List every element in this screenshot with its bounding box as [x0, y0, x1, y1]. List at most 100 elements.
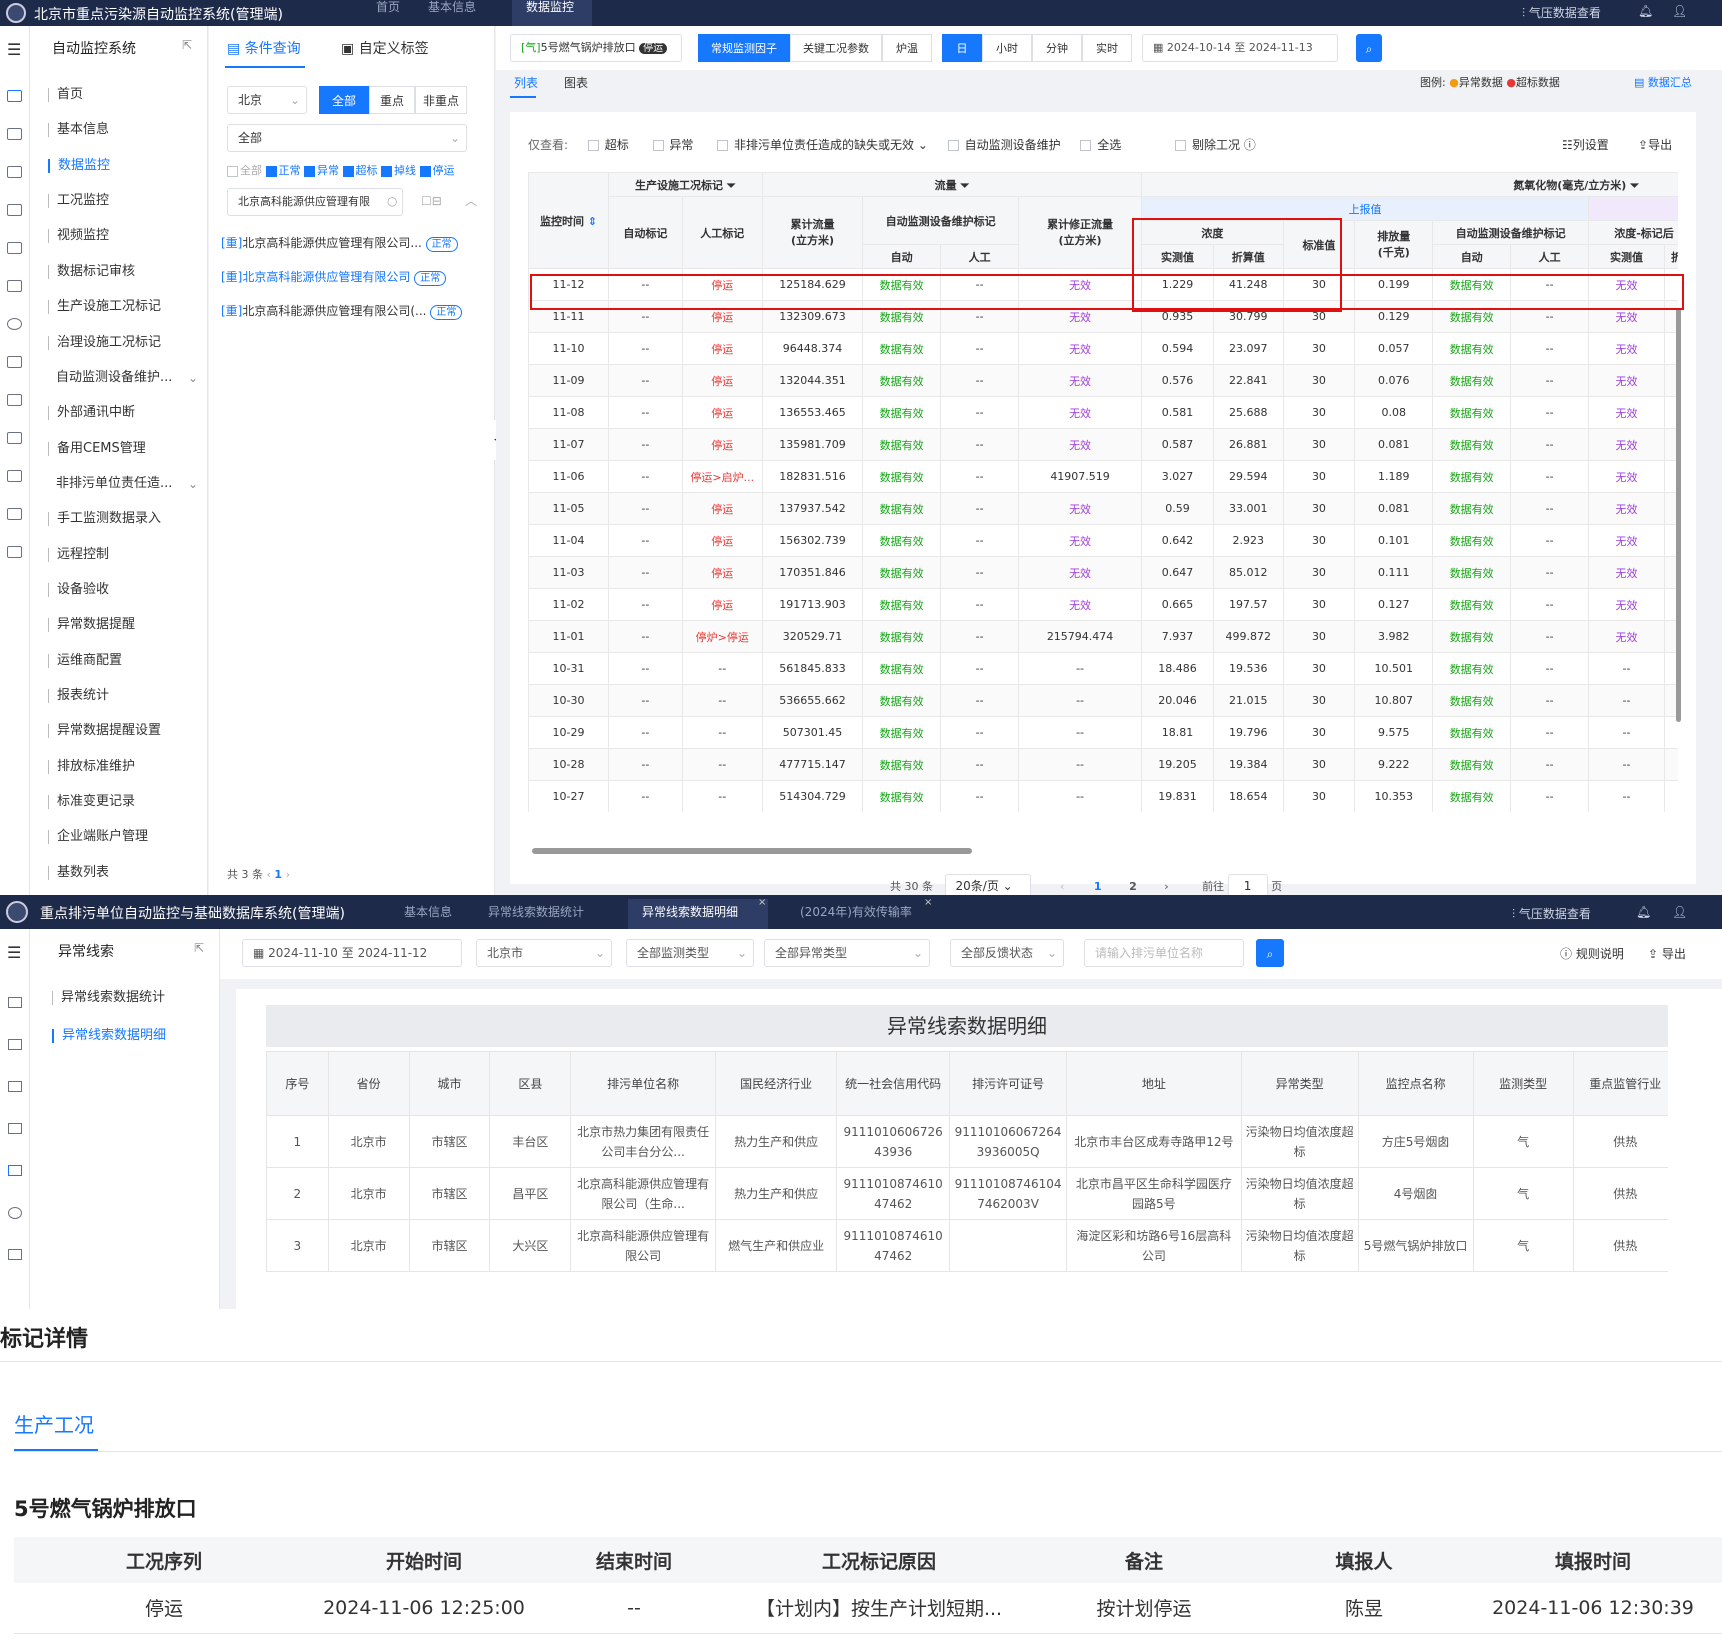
- factor-tab-furnace[interactable]: 炉温: [882, 34, 932, 62]
- sidebar-item-home[interactable]: 首页: [48, 88, 83, 102]
- opt-non-liability[interactable]: 非排污单位责任造成的缺失或无效 ⌄: [717, 138, 928, 152]
- check-stopped[interactable]: 停运: [419, 164, 455, 177]
- table-row[interactable]: 11-04 -- 停运 156302.739 数据有效 -- 无效 0.642 2.923 30 0…: [528, 524, 1678, 557]
- screen-icon[interactable]: [7, 394, 22, 406]
- view-tab-list[interactable]: 列表: [514, 74, 538, 91]
- bell-icon[interactable]: 🔔︎: [1636, 905, 1651, 919]
- page-size-select[interactable]: 20条/页 ⌄: [944, 874, 1031, 895]
- check-exceed[interactable]: 超标: [342, 164, 378, 177]
- box-icon[interactable]: [7, 546, 22, 558]
- rules-link[interactable]: ⓘ 规则说明: [1560, 945, 1624, 962]
- collapse-icon[interactable]: ⇱: [194, 941, 204, 955]
- sidebar-item-video[interactable]: 视频监控: [48, 229, 109, 243]
- bell-icon[interactable]: 🔔︎: [1638, 4, 1653, 18]
- anomaly-icon[interactable]: [8, 1165, 22, 1176]
- sidebar-item-reports[interactable]: 报表统计: [48, 689, 109, 703]
- sidebar-item-data-monitor[interactable]: 数据监控: [48, 159, 110, 173]
- date-range-input[interactable]: ▦ 2024-10-14 至 2024-11-13: [1142, 34, 1338, 62]
- sidebar-item-remote[interactable]: 远程控制: [48, 548, 109, 562]
- filter-icon[interactable]: ⏷: [727, 179, 736, 192]
- sidebar-item-non-liability[interactable]: 非排污单位责任造...: [48, 477, 172, 491]
- period-realtime-button[interactable]: 实时: [1082, 34, 1132, 62]
- table-row[interactable]: 10-27 -- -- 514304.729 数据有效 -- -- 19.831 18.654 3…: [528, 780, 1678, 812]
- sidebar-item-cems[interactable]: 备用CEMS管理: [48, 442, 146, 456]
- table-row[interactable]: 停运 2024-11-06 12:25:00 -- 【计划内】按生产计划短期... 按计…: [14, 1583, 1722, 1634]
- company-item[interactable]: [重]北京高科能源供应管理有限公司... 正常: [221, 234, 458, 252]
- check-offline[interactable]: 掉线: [381, 164, 416, 177]
- filter-icon[interactable]: ⏷: [1630, 179, 1639, 192]
- menu-icon[interactable]: ☰: [7, 943, 21, 962]
- sidebar-item-base-list[interactable]: 基数列表: [48, 866, 109, 880]
- export-button[interactable]: ⇪ 导出: [1648, 945, 1686, 962]
- opt-exclude-status[interactable]: 剔除工况 ⓘ: [1175, 138, 1256, 152]
- period-day-button[interactable]: 日: [942, 34, 982, 62]
- chart-icon[interactable]: [7, 242, 22, 254]
- anomaly-type-select[interactable]: 全部异常类型 ⌄: [764, 939, 930, 967]
- column-settings-button[interactable]: ☷列设置: [1562, 136, 1609, 153]
- pressure-data-link[interactable]: ⫶ 气压数据查看: [1522, 4, 1601, 21]
- close-icon[interactable]: ×: [924, 897, 932, 908]
- sidebar-item-basic-info[interactable]: 基本信息: [48, 123, 109, 137]
- opt-abnormal[interactable]: 异常: [652, 138, 693, 152]
- filter-nonkey-button[interactable]: 非重点: [415, 86, 467, 114]
- doc-icon[interactable]: [8, 1081, 22, 1092]
- table-row[interactable]: 11-05 -- 停运 137937.542 数据有效 -- 无效 0.59 33.001 30 0…: [528, 492, 1678, 525]
- tree-toggle-icon[interactable]: ☐⊟: [421, 194, 442, 208]
- table-row[interactable]: 10-30 -- -- 536655.662 数据有效 -- -- 20.046 21.015 3…: [528, 684, 1678, 717]
- table-row[interactable]: 11-07 -- 停运 135981.709 数据有效 -- 无效 0.587 26.881 30…: [528, 428, 1678, 461]
- filter-icon[interactable]: ⏷: [960, 179, 969, 192]
- sidebar-item-prod-mark[interactable]: 生产设施工况标记: [48, 300, 161, 314]
- sidebar-item-anomaly-detail[interactable]: 异常线索数据明细: [52, 1029, 166, 1043]
- sidebar-item-maintenance[interactable]: 自动监测设备维护...: [48, 371, 172, 385]
- monitor-icon[interactable]: [7, 128, 22, 140]
- check-all[interactable]: 全部: [227, 164, 262, 177]
- vertical-scrollbar[interactable]: [1676, 308, 1681, 722]
- search-icon[interactable]: ○: [387, 194, 397, 208]
- settings-icon[interactable]: [7, 318, 22, 330]
- period-minute-button[interactable]: 分钟: [1032, 34, 1082, 62]
- tab-data-monitor[interactable]: 数据监控: [512, 0, 592, 26]
- sidebar-item-treat-mark[interactable]: 治理设施工况标记: [48, 336, 161, 350]
- search-button[interactable]: ⌕: [1356, 34, 1382, 62]
- monitor-type-select[interactable]: 全部监测类型 ⌄: [626, 939, 754, 967]
- factor-tab-regular[interactable]: 常规监测因子: [698, 34, 790, 62]
- date-range-input[interactable]: ▦ 2024-11-10 至 2024-11-12: [242, 939, 462, 967]
- filter-key-button[interactable]: 重点: [369, 86, 415, 114]
- table-row[interactable]: 11-08 -- 停运 136553.465 数据有效 -- 无效 0.581 25.688 30…: [528, 396, 1678, 429]
- export-button[interactable]: ⇪导出: [1638, 136, 1672, 153]
- table-row[interactable]: 1 北京市 市辖区 丰台区 北京市热力集团有限责任公司丰台分公... 热力生产和供应 911…: [266, 1115, 1668, 1168]
- sidebar-item-anomaly-alert[interactable]: 异常数据提醒: [48, 618, 135, 632]
- sort-icon[interactable]: ⇕: [588, 215, 597, 228]
- table-row[interactable]: 3 北京市 市辖区 大兴区 北京高科能源供应管理有限公司 燃气生产和供应业 91110108…: [266, 1219, 1668, 1272]
- collapse-up-icon[interactable]: ︿: [465, 192, 477, 209]
- filter-all-button[interactable]: 全部: [319, 86, 369, 114]
- report-icon[interactable]: [7, 356, 22, 368]
- table-row[interactable]: 11-02 -- 停运 191713.903 数据有效 -- 无效 0.665 197.57 30…: [528, 588, 1678, 621]
- page-1[interactable]: 1: [1094, 880, 1102, 893]
- table-row[interactable]: 11-03 -- 停运 170351.846 数据有效 -- 无效 0.647 85.012 30…: [528, 556, 1678, 589]
- collapse-icon[interactable]: ⇱: [182, 38, 192, 52]
- outlet-select[interactable]: [气]5号燃气锅炉排放口 停运: [510, 34, 682, 62]
- sidebar-item-alert-settings[interactable]: 异常数据提醒设置: [48, 724, 161, 738]
- tab-home[interactable]: 首页: [362, 0, 414, 26]
- close-icon[interactable]: ×: [758, 897, 766, 908]
- chevron-down-icon[interactable]: ⌄: [188, 371, 198, 385]
- table-row[interactable]: 2 北京市 市辖区 昌平区 北京高科能源供应管理有限公司（生命... 热力生产和供应 911…: [266, 1167, 1668, 1220]
- dashboard-icon[interactable]: [8, 997, 22, 1008]
- city-select[interactable]: 北京市 ⌄: [476, 939, 612, 967]
- opt-exceed[interactable]: 超标: [587, 138, 629, 152]
- report-icon[interactable]: [8, 1249, 22, 1260]
- sidebar-item-standards[interactable]: 排放标准维护: [48, 760, 135, 774]
- user-icon[interactable]: 👤︎: [1672, 905, 1687, 919]
- table-row[interactable]: 11-01 -- 停炉>停运 320529.71 数据有效 -- 215794.474 7.9…: [528, 620, 1678, 653]
- page-2[interactable]: 2: [1129, 880, 1137, 893]
- calendar-icon[interactable]: [7, 166, 22, 178]
- horizontal-scrollbar[interactable]: [532, 848, 972, 854]
- chevron-down-icon[interactable]: ⌄: [188, 477, 198, 491]
- sidebar-item-comm-break[interactable]: 外部通讯中断: [48, 406, 135, 420]
- tab-anomaly-detail[interactable]: 异常线索数据明细: [628, 899, 768, 929]
- monitor-icon[interactable]: [8, 1039, 22, 1050]
- prev-page-icon[interactable]: ‹: [1060, 880, 1064, 893]
- settings-icon[interactable]: [8, 1207, 22, 1219]
- factor-tab-key-params[interactable]: 关键工况参数: [790, 34, 882, 62]
